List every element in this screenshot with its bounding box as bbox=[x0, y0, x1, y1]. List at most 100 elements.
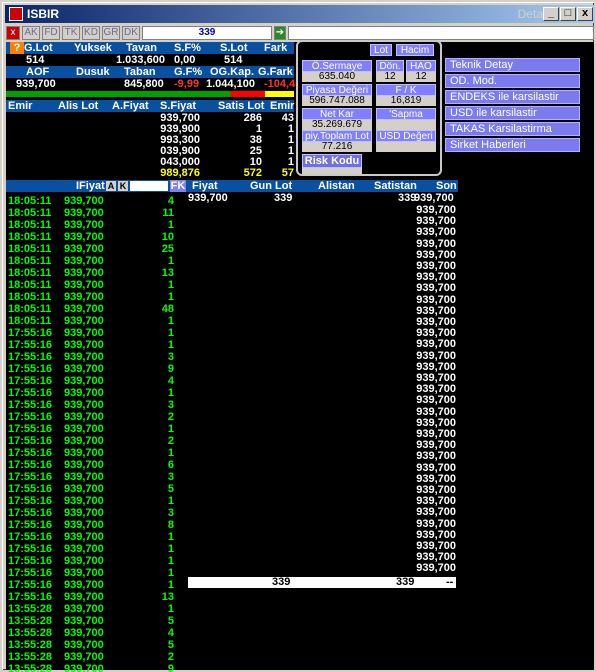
trade-qty: 1 bbox=[167, 327, 174, 339]
tavan-value: 1.033,600 bbox=[116, 54, 165, 66]
trade-row[interactable]: 17:55:16 939,700 5 bbox=[6, 483, 182, 495]
trade-row[interactable]: 17:55:16 939,700 9 bbox=[6, 363, 182, 375]
son-value: 939,700 bbox=[416, 495, 456, 508]
menu-endeks-karsilastir[interactable]: ENDEKS ile karsilastir bbox=[445, 90, 580, 104]
trade-row[interactable]: 18:05:11 939,700 11 bbox=[6, 207, 182, 219]
trade-row[interactable]: 17:55:16 939,700 3 bbox=[6, 351, 182, 363]
go-arrow-icon[interactable]: ➔ bbox=[274, 26, 286, 40]
son-value: 939,700 bbox=[416, 360, 456, 373]
trade-row[interactable]: 18:05:11 939,700 48 bbox=[6, 303, 182, 315]
title-bar[interactable]: ISBIR Detay _ □ x bbox=[5, 5, 595, 23]
tab-tk[interactable]: TK bbox=[62, 26, 80, 40]
depth-slot: 572 bbox=[243, 167, 262, 179]
lot-button[interactable]: Lot bbox=[370, 44, 392, 56]
trade-row[interactable]: 13:55:28 939,700 4 bbox=[6, 627, 182, 639]
trade-row[interactable]: 18:05:11 939,700 10 bbox=[6, 231, 182, 243]
risk-kodu-button[interactable]: Risk Kodu bbox=[302, 154, 362, 168]
trade-row[interactable]: 18:05:11 939,700 1 bbox=[6, 219, 182, 231]
trade-row[interactable]: 18:05:11 939,700 1 bbox=[6, 315, 182, 327]
trade-time: 18:05:11 bbox=[8, 291, 52, 303]
son-value: 939,700 bbox=[416, 540, 456, 552]
trade-row[interactable]: 18:05:11 939,700 1 bbox=[6, 279, 182, 291]
son-value: 939,700 bbox=[416, 316, 456, 328]
trade-time: 13:55:28 bbox=[8, 627, 53, 639]
son-header: Son bbox=[436, 180, 457, 192]
trade-row[interactable]: 13:55:28 939,700 5 bbox=[6, 615, 182, 627]
trade-row[interactable]: 17:55:16 939,700 1 bbox=[6, 579, 182, 591]
menu-teknik-detay[interactable]: Teknik Detay bbox=[445, 58, 580, 72]
trade-row[interactable]: 17:55:16 939,700 2 bbox=[6, 435, 182, 447]
aof-label: AOF bbox=[26, 66, 50, 78]
trade-row[interactable]: 17:55:16 939,700 2 bbox=[6, 411, 182, 423]
son-value: 939,700 bbox=[416, 304, 456, 317]
trade-row[interactable]: 17:55:16 939,700 6 bbox=[6, 459, 182, 471]
close-icon[interactable]: x bbox=[6, 26, 20, 40]
menu-sirket-haberleri[interactable]: Sirket Haberleri bbox=[445, 138, 580, 152]
son-value: 939,700 bbox=[416, 226, 456, 239]
menu-takas-karsilastirma[interactable]: TAKAS Karsilastirma bbox=[445, 122, 580, 136]
trade-time: 17:55:16 bbox=[8, 555, 53, 567]
trade-row[interactable]: 13:55:28 939,700 5 bbox=[6, 639, 182, 651]
a-filter-button[interactable]: A bbox=[106, 181, 116, 191]
trade-row[interactable]: 13:55:28 939,700 1 bbox=[6, 603, 182, 615]
k-filter-button[interactable]: K bbox=[118, 181, 128, 191]
tab-gr[interactable]: GR bbox=[102, 26, 120, 40]
trade-time: 17:55:16 bbox=[8, 531, 53, 543]
tab-kd[interactable]: KD bbox=[82, 26, 100, 40]
tab-dk[interactable]: DK bbox=[122, 26, 140, 40]
trade-price: 939,700 bbox=[64, 399, 104, 411]
trade-price: 939,700 bbox=[64, 387, 104, 399]
trade-row[interactable]: 17:55:16 939,700 1 bbox=[6, 495, 182, 507]
trade-row[interactable]: 13:55:28 939,700 9 bbox=[6, 663, 182, 672]
trade-price: 939,700 bbox=[64, 363, 104, 375]
trade-row[interactable]: 17:55:16 939,700 8 bbox=[6, 519, 182, 531]
trade-qty: 9 bbox=[167, 363, 174, 375]
command-input[interactable] bbox=[288, 26, 594, 40]
trade-qty: 9 bbox=[167, 663, 174, 672]
trade-time: 17:55:16 bbox=[8, 363, 53, 375]
help-icon[interactable]: ? bbox=[10, 42, 24, 54]
trade-price: 939,700 bbox=[64, 375, 104, 387]
menu-usd-karsilastir[interactable]: USD ile karsilastir bbox=[445, 106, 580, 120]
close-button[interactable]: x bbox=[577, 7, 593, 21]
trade-row[interactable]: 17:55:16 939,700 3 bbox=[6, 507, 182, 519]
trade-row[interactable]: 17:55:16 939,700 13 bbox=[6, 591, 182, 603]
trade-time: 18:05:11 bbox=[8, 243, 52, 255]
trade-row[interactable]: 17:55:16 939,700 1 bbox=[6, 567, 182, 579]
trade-row[interactable]: 17:55:16 939,700 1 bbox=[6, 387, 182, 399]
trade-row[interactable]: 17:55:16 939,700 1 bbox=[6, 447, 182, 459]
totals-son: -- bbox=[446, 576, 454, 588]
fk-button[interactable]: FK bbox=[170, 180, 186, 192]
minimize-button[interactable]: _ bbox=[543, 7, 559, 21]
maximize-button[interactable]: □ bbox=[560, 7, 576, 21]
trade-row[interactable]: 17:55:16 939,700 1 bbox=[6, 327, 182, 339]
hacim-button[interactable]: Hacim bbox=[396, 44, 434, 56]
tab-ak[interactable]: AK bbox=[22, 26, 40, 40]
afiyat-label: A.Fiyat bbox=[112, 100, 149, 112]
trade-row[interactable]: 18:05:11 939,700 1 bbox=[6, 255, 182, 267]
trade-row[interactable]: 18:05:11 939,700 13 bbox=[6, 267, 182, 279]
gf-value: -9,99 bbox=[174, 78, 200, 90]
trade-row[interactable]: 17:55:16 939,700 3 bbox=[6, 399, 182, 411]
trade-row[interactable]: 17:55:16 939,700 4 bbox=[6, 375, 182, 387]
trade-price: 939,700 bbox=[64, 531, 104, 543]
trade-row[interactable]: 18:05:11 939,700 25 bbox=[6, 243, 182, 255]
trade-row[interactable]: 17:55:16 939,700 1 bbox=[6, 423, 182, 435]
trade-row[interactable]: 18:05:11 939,700 1 bbox=[6, 291, 182, 303]
son-value: 939,700 bbox=[416, 472, 456, 485]
tab-fd[interactable]: FD bbox=[42, 26, 60, 40]
trade-time: 13:55:28 bbox=[8, 603, 53, 615]
trade-row[interactable]: 17:55:16 939,700 1 bbox=[6, 555, 182, 567]
menu-od-mod[interactable]: OD. Mod. bbox=[445, 74, 580, 88]
filter-input[interactable] bbox=[130, 181, 168, 191]
trade-time: 17:55:16 bbox=[8, 507, 53, 519]
trade-row[interactable]: 17:55:16 939,700 1 bbox=[6, 531, 182, 543]
trade-row[interactable]: 17:55:16 939,700 1 bbox=[6, 543, 182, 555]
trade-row[interactable]: 17:55:16 939,700 1 bbox=[6, 339, 182, 351]
trade-time: 17:55:16 bbox=[8, 567, 53, 579]
don-value: 12 bbox=[376, 72, 404, 82]
trade-row[interactable]: 17:55:16 939,700 3 bbox=[6, 471, 182, 483]
symbol-input[interactable]: 339 bbox=[142, 26, 272, 40]
trade-row[interactable]: 13:55:28 939,700 2 bbox=[6, 651, 182, 663]
trade-row[interactable]: 18:05:11 939,700 4 bbox=[6, 195, 182, 207]
